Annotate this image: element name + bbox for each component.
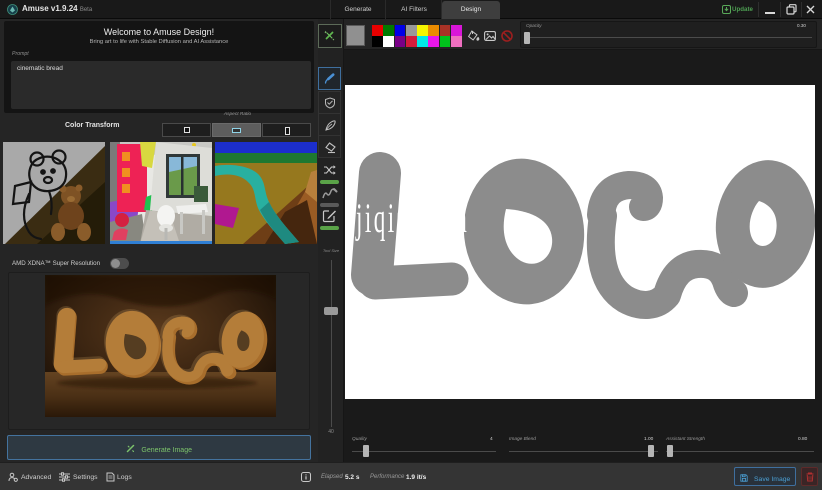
svg-text:jiqizhixin: jiqizhixin — [355, 196, 469, 242]
